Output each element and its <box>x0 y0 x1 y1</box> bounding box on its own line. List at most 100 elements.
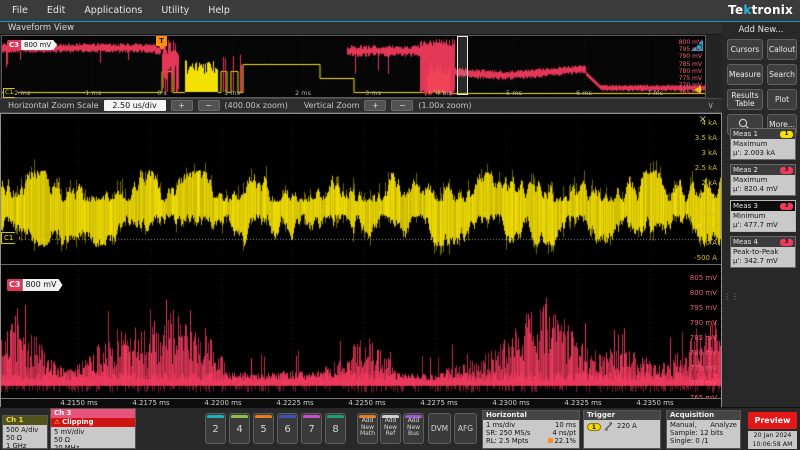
overview-x-label: -1 ms <box>77 89 107 97</box>
acquisition-panel[interactable]: Acquisition Manual,Analyze Sample: 12 bi… <box>666 410 741 449</box>
sidebar-drag-handle[interactable]: ⋮⋮ <box>723 294 739 299</box>
channel-button-8[interactable]: 8 <box>325 413 346 444</box>
measurement-header: Meas 4 3 <box>731 237 795 247</box>
h-zoom-label: Horizontal Zoom Scale <box>8 101 99 110</box>
bottom-settings-bar: Ch 1 500 A/div 50 Ω 1 GHz Ch 3 ⚠Clipping… <box>0 407 800 450</box>
preview-button[interactable]: Preview <box>748 412 797 429</box>
trigger-position-icon <box>548 438 553 443</box>
time-axis-label: 4.2275 ms <box>417 399 461 407</box>
slice-ch3-badge[interactable]: C3 800 mV <box>7 279 63 291</box>
overview-waveform-panel[interactable]: C3 800 mV T C1 -2 ms-1 ms0 s1 ms2 ms3 ms… <box>1 35 706 98</box>
overview-x-label: 1 ms <box>217 89 247 97</box>
voltage-axis-label: 800 mV <box>690 289 717 298</box>
measurement-panel[interactable]: Meas 11Maximumµ': 2.003 kA <box>730 128 796 160</box>
overview-canvas[interactable] <box>2 36 705 97</box>
channel-button-6[interactable]: 6 <box>277 413 298 444</box>
measurement-source-badge: 3 <box>780 239 793 246</box>
acquisition-settings: Manual,Analyze Sample: 12 bits Single: 0… <box>667 420 740 448</box>
menu-item-utility[interactable]: Utility <box>161 5 189 16</box>
menu-item-edit[interactable]: Edit <box>47 5 65 16</box>
ch1-badge[interactable]: Ch 1 500 A/div 50 Ω 1 GHz <box>2 415 48 449</box>
overview-y-label: 795 mV <box>679 46 702 53</box>
voltage-trace-canvas[interactable] <box>1 265 721 397</box>
time-axis-label: 4.2350 ms <box>633 399 677 407</box>
ch3-impedance: 50 Ω <box>54 436 132 444</box>
measurement-panel[interactable]: Meas 23Maximumµ': 820.4 mV <box>730 164 796 196</box>
add-new-bus-button[interactable]: AddNewBus <box>403 413 424 444</box>
trigger-source-badge: 1 <box>587 423 601 431</box>
menu-item-applications[interactable]: Applications <box>84 5 142 16</box>
current-trace-slice[interactable]: C1 × 4 kA3.5 kA3 kA2.5 kA2 kA1.5 kA1 kA5… <box>1 114 721 264</box>
channel-button-4[interactable]: 4 <box>229 413 250 444</box>
warning-text: Clipping <box>62 418 93 426</box>
h-zoom-plus-button[interactable]: + <box>171 100 193 111</box>
overview-y-label: 800 mV <box>679 39 702 46</box>
measurement-value: µ': 342.7 mV <box>733 257 793 266</box>
trigger-flag-icon[interactable]: T <box>156 36 167 46</box>
ch3-badge[interactable]: Ch 3 ⚠Clipping 5 mV/div 50 Ω 20 MHz <box>50 408 136 449</box>
current-axis-label: 500 A <box>697 224 717 233</box>
measurement-body: Maximumµ': 820.4 mV <box>731 175 795 195</box>
channel-number: 6 <box>278 424 297 435</box>
channel-color-stripe <box>207 415 224 418</box>
ch3-settings: 5 mV/div 50 Ω 20 MHz <box>51 427 135 449</box>
channel-number: 8 <box>326 424 345 435</box>
dvm-button[interactable]: DVM <box>428 413 451 444</box>
h-position: 22.1% <box>548 437 576 445</box>
v-zoom-minus-button[interactable]: − <box>391 100 413 111</box>
channel-color-stripe <box>231 415 248 418</box>
horizontal-panel[interactable]: Horizontal 1 ms/div10 ms SR: 250 MS/s4 n… <box>482 410 580 449</box>
ch3-name: Ch 3 <box>51 409 135 418</box>
rising-edge-icon <box>604 422 614 431</box>
voltage-axis-label: 805 mV <box>690 274 717 283</box>
time-axis-label: 4.2200 ms <box>201 399 245 407</box>
sidebar-button-cursors[interactable]: Cursors <box>727 39 763 60</box>
sidebar-button-plot[interactable]: Plot <box>767 89 797 110</box>
collapse-chevron-icon[interactable]: ∨ <box>707 101 714 111</box>
sidebar-button-callout[interactable]: Callout <box>767 39 797 60</box>
current-axis-label: 1.5 kA <box>695 194 717 203</box>
add-new-math-button[interactable]: AddNewMath <box>357 413 378 444</box>
ch3-bandwidth: 20 MHz <box>54 444 132 449</box>
current-trace-canvas[interactable] <box>1 114 721 264</box>
warning-icon: ⚠ <box>54 418 60 426</box>
measurement-source-badge: 1 <box>780 131 793 138</box>
measurement-name: Meas 4 <box>733 238 758 246</box>
add-new-ref-button[interactable]: AddNewRef <box>380 413 401 444</box>
trigger-panel[interactable]: Trigger 1 220 A <box>583 410 661 449</box>
voltage-axis-label: 770 mV <box>690 379 717 388</box>
measurement-panel[interactable]: Meas 33Minimumµ': 477.7 mV <box>730 200 796 232</box>
sidebar-button-measure[interactable]: Measure <box>727 64 763 85</box>
h-zoom-scale-input[interactable]: 2.50 us/div <box>104 100 166 111</box>
time-text: 10:06:58 AM <box>748 441 797 450</box>
time-axis-label: 4.2175 ms <box>129 399 173 407</box>
tab-waveform-view[interactable]: Waveform View <box>0 22 722 35</box>
measurement-panel[interactable]: Meas 43Peak-to-Peakµ': 342.7 mV <box>730 236 796 268</box>
trigger-level-value: 220 A <box>617 422 637 430</box>
channel-button-2[interactable]: 2 <box>205 413 226 444</box>
sidebar-button-results-table[interactable]: Results Table <box>727 89 763 110</box>
zoom-selection-window[interactable] <box>457 36 468 95</box>
afg-button[interactable]: AFG <box>454 413 477 444</box>
menu-item-file[interactable]: File <box>12 5 28 16</box>
button-label-line: Math <box>358 431 377 438</box>
ch3-scale: 800 mV <box>21 40 57 50</box>
channel-number: 5 <box>254 424 273 435</box>
measurement-name: Meas 3 <box>733 202 758 210</box>
channel-button-7[interactable]: 7 <box>301 413 322 444</box>
sidebar-button-search[interactable]: Search <box>767 64 797 85</box>
measurement-header: Meas 11 <box>731 129 795 139</box>
current-axis-label: 0 A <box>706 239 717 248</box>
voltage-axis-label: 780 mV <box>690 349 717 358</box>
ch1-name: Ch 1 <box>3 416 47 425</box>
menu-item-help[interactable]: Help <box>208 5 230 16</box>
h-scale: 1 ms/div <box>486 421 515 429</box>
h-zoom-minus-button[interactable]: − <box>198 100 220 111</box>
h-resolution: 4 ns/pt <box>552 429 576 437</box>
overview-ch3-badge[interactable]: C3 800 mV <box>7 40 57 50</box>
voltage-trace-slice[interactable]: C3 800 mV 805 mV800 mV795 mV790 mV785 mV… <box>1 264 721 398</box>
time-axis-label: 4.2250 ms <box>345 399 389 407</box>
v-zoom-plus-button[interactable]: + <box>364 100 386 111</box>
channel-button-5[interactable]: 5 <box>253 413 274 444</box>
button-label-line: Ref <box>381 431 400 438</box>
